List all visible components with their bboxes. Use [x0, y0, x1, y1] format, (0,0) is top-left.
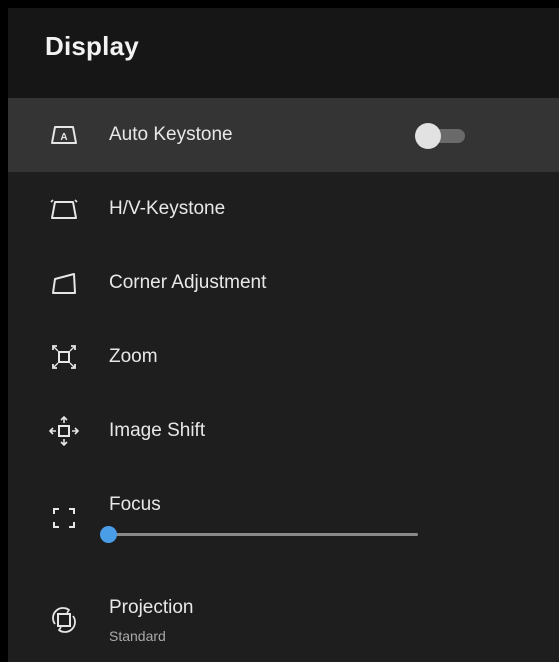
focus-icon [44, 498, 84, 538]
menu-item-label: Zoom [109, 346, 158, 367]
slider-rail [108, 533, 418, 536]
menu-item-label: Corner Adjustment [109, 272, 267, 293]
menu-item-hv-keystone[interactable]: H/V-Keystone [8, 172, 559, 246]
page-title: Display [45, 31, 139, 61]
header: Display [8, 8, 559, 98]
zoom-icon [44, 337, 84, 377]
menu-item-label: Auto Keystone [109, 124, 233, 145]
menu-item-projection[interactable]: Projection Standard [8, 580, 559, 662]
corner-adjustment-icon [44, 263, 84, 303]
auto-keystone-icon: A [44, 115, 84, 155]
keystone-icon [44, 189, 84, 229]
menu-item-corner-adjustment[interactable]: Corner Adjustment [8, 246, 559, 320]
menu-item-label: Focus [109, 494, 161, 515]
slider-knob[interactable] [99, 526, 117, 543]
projection-value: Standard [109, 628, 166, 644]
svg-text:A: A [60, 132, 67, 143]
display-settings-panel: Display A Auto Keystone H/V-Keystone Cor… [8, 8, 559, 662]
image-shift-icon [44, 411, 84, 451]
menu-item-image-shift[interactable]: Image Shift [8, 394, 559, 468]
toggle-thumb [415, 123, 441, 149]
menu-item-label: Image Shift [109, 420, 206, 441]
auto-keystone-toggle[interactable] [413, 123, 467, 149]
menu-item-label: H/V-Keystone [109, 198, 226, 219]
menu-item-zoom[interactable]: Zoom [8, 320, 559, 394]
focus-slider[interactable] [99, 525, 426, 545]
menu-item-auto-keystone[interactable]: A Auto Keystone [8, 98, 559, 172]
projection-icon [44, 600, 84, 640]
menu-item-label: Projection [109, 597, 194, 618]
